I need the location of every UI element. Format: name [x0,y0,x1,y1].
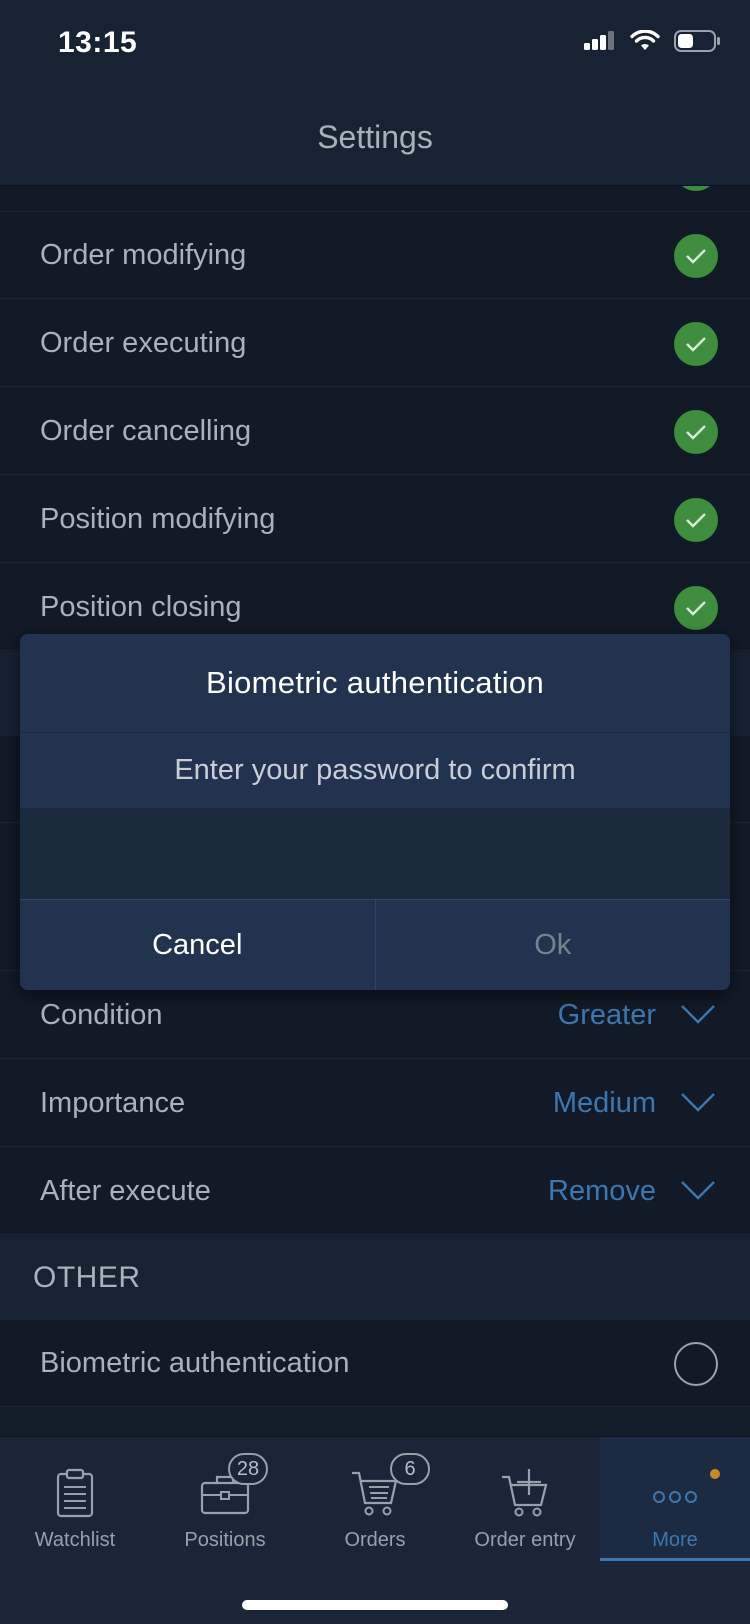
cart-plus-icon [502,1469,548,1517]
page-title: Settings [317,119,433,155]
chevron-down-icon[interactable] [680,1002,716,1026]
settings-row-order-executing[interactable]: Order executing [0,300,750,387]
importance-select[interactable]: Medium [553,1060,656,1147]
status-icons [584,30,720,52]
row-label: Order executing [40,327,247,359]
settings-row-order-cancelling[interactable]: Order cancelling [0,388,750,475]
checkmark-icon[interactable] [674,586,718,630]
after-execute-select[interactable]: Remove [548,1148,656,1235]
settings-row-biometric-authentication[interactable]: Biometric authentication [0,1320,750,1407]
row-label: Biometric authentication [40,1347,350,1379]
notification-dot [710,1469,720,1479]
checkmark-icon[interactable] [674,234,718,278]
chevron-down-icon[interactable] [680,1178,716,1202]
dialog-buttons: Cancel Ok [20,899,730,990]
settings-row-partial [0,186,750,212]
status-bar: 13:15 [0,0,750,90]
home-indicator [242,1600,508,1610]
cellular-signal-icon [584,31,614,50]
row-label: Position modifying [40,503,276,535]
chevron-down-icon[interactable] [680,1090,716,1114]
section-header-other: OTHER [0,1236,750,1320]
wifi-icon [630,30,660,50]
tab-orders[interactable]: 6 Orders [300,1437,450,1561]
tab-label: Watchlist [34,1529,116,1551]
password-field[interactable] [20,808,730,899]
checkmark-icon [674,186,718,191]
settings-row-order-modifying[interactable]: Order modifying [0,212,750,299]
ok-button[interactable]: Ok [375,900,730,990]
cancel-button[interactable]: Cancel [20,900,376,990]
tab-label: More [652,1529,698,1551]
row-label: Importance [40,1087,186,1119]
orders-badge: 6 [390,1453,430,1485]
tab-order-entry[interactable]: Order entry [450,1437,600,1561]
tab-label: Orders [344,1529,406,1551]
biometric-dialog: Biometric authentication Enter your pass… [20,634,730,990]
checkmark-icon[interactable] [674,410,718,454]
settings-row-importance[interactable]: Importance Medium [0,1060,750,1147]
dialog-message: Enter your password to confirm [20,732,730,808]
more-dots-icon [653,1491,697,1503]
row-label: After execute [40,1175,211,1207]
positions-badge: 28 [228,1453,268,1485]
row-label: Order modifying [40,239,247,271]
tab-watchlist[interactable]: Watchlist [0,1437,150,1561]
biometric-toggle[interactable] [674,1342,718,1386]
tab-more[interactable]: More [600,1437,750,1561]
clipboard-icon [56,1468,94,1518]
battery-icon [674,30,720,52]
tab-positions[interactable]: 28 Positions [150,1437,300,1561]
tabs: Watchlist 28 Positions 6 Orders Order en… [0,1437,750,1561]
tab-bar: Watchlist 28 Positions 6 Orders Order en… [0,1436,750,1624]
section-title: OTHER [33,1261,141,1294]
row-label: Order cancelling [40,415,252,447]
checkmark-icon[interactable] [674,322,718,366]
checkmark-icon[interactable] [674,498,718,542]
settings-row-after-execute[interactable]: After execute Remove [0,1148,750,1235]
dialog-title: Biometric authentication [20,634,730,732]
settings-row-position-modifying[interactable]: Position modifying [0,476,750,563]
tab-label: Positions [184,1529,266,1551]
navigation-header: Settings [0,90,750,186]
status-time: 13:15 [58,26,138,59]
tab-label: Order entry [474,1529,576,1551]
